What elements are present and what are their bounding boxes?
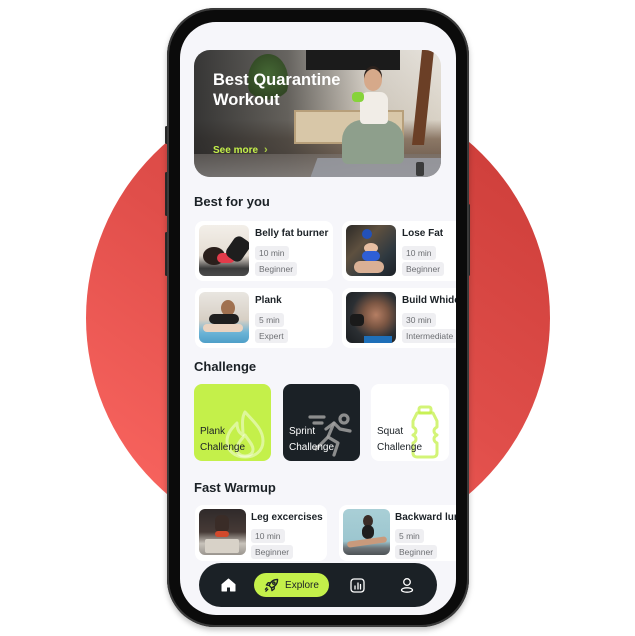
level-tag: Beginner	[395, 545, 438, 559]
duration-tag: 5 min	[395, 529, 424, 543]
level-tag: Beginner	[402, 262, 445, 276]
hero-image-bottle	[416, 162, 424, 176]
warmup-card[interactable]: Leg excercises 10 min Beginner	[195, 505, 327, 561]
nav-profile[interactable]	[395, 573, 419, 597]
challenge-card-squat[interactable]: Squat Challenge	[371, 384, 449, 461]
workout-card[interactable]: Plank 5 min Expert	[195, 288, 333, 348]
see-more-link[interactable]: See more ›	[213, 144, 268, 156]
hero-title: Best Quarantine Workout	[213, 71, 341, 109]
rocket-icon	[264, 578, 279, 592]
workout-title: Leg excercises	[251, 512, 323, 523]
workout-thumbnail	[343, 509, 390, 555]
home-icon	[221, 578, 235, 592]
workout-card[interactable]: Belly fat burner 10 min Beginner	[195, 221, 333, 281]
workout-title: Plank	[255, 295, 282, 306]
see-more-label: See more	[213, 144, 259, 156]
nav-explore[interactable]: Explore	[254, 573, 329, 597]
nav-explore-label: Explore	[285, 579, 319, 591]
challenge-heading: Challenge	[194, 359, 257, 374]
bar-chart-icon	[349, 577, 365, 593]
workout-thumbnail	[199, 225, 249, 276]
challenge-card-sprint[interactable]: Sprint Challenge	[283, 384, 360, 461]
app-screen: Best Quarantine Workout See more › Best …	[180, 22, 456, 615]
challenge-label: Squat Challenge	[377, 426, 423, 453]
hero-banner[interactable]: Best Quarantine Workout See more ›	[194, 50, 441, 177]
workout-title: Belly fat burner	[255, 228, 329, 239]
duration-tag: 5 min	[255, 313, 284, 327]
chevron-right-icon: ›	[264, 144, 268, 156]
level-tag: Beginner	[251, 545, 294, 559]
duration-tag: 10 min	[255, 246, 289, 260]
workout-thumbnail	[346, 292, 396, 343]
duration-tag: 10 min	[251, 529, 285, 543]
challenge-label: Sprint Challenge	[289, 426, 335, 453]
level-tag: Expert	[255, 329, 288, 343]
warmup-card[interactable]: Backward lunge 5 min Beginner	[339, 505, 456, 561]
nav-stats[interactable]	[345, 573, 369, 597]
duration-tag: 10 min	[402, 246, 436, 260]
user-icon	[400, 578, 414, 593]
duration-tag: 30 min	[402, 313, 436, 327]
nav-home[interactable]	[216, 573, 240, 597]
hero-image-beam	[412, 50, 434, 145]
challenge-card-plank[interactable]: Plank Challenge	[194, 384, 271, 461]
challenge-label: Plank Challenge	[200, 426, 246, 453]
workout-card[interactable]: Build Whider 30 min Intermediate	[342, 288, 456, 348]
workout-thumbnail	[199, 509, 246, 555]
hero-image-tv	[306, 50, 400, 70]
workout-title: Lose Fat	[402, 228, 444, 239]
workout-title: Build Whider	[402, 295, 456, 306]
workout-thumbnail	[346, 225, 396, 276]
workout-thumbnail	[199, 292, 249, 343]
best-for-you-heading: Best for you	[194, 194, 270, 209]
level-tag: Intermediate	[402, 329, 456, 343]
level-tag: Beginner	[255, 262, 298, 276]
hero-image-person	[342, 120, 404, 164]
bottom-nav: Explore	[199, 563, 437, 607]
workout-title: Backward lunge	[395, 512, 456, 523]
workout-card[interactable]: Lose Fat 10 min Beginner	[342, 221, 456, 281]
fast-warmup-heading: Fast Warmup	[194, 480, 276, 495]
